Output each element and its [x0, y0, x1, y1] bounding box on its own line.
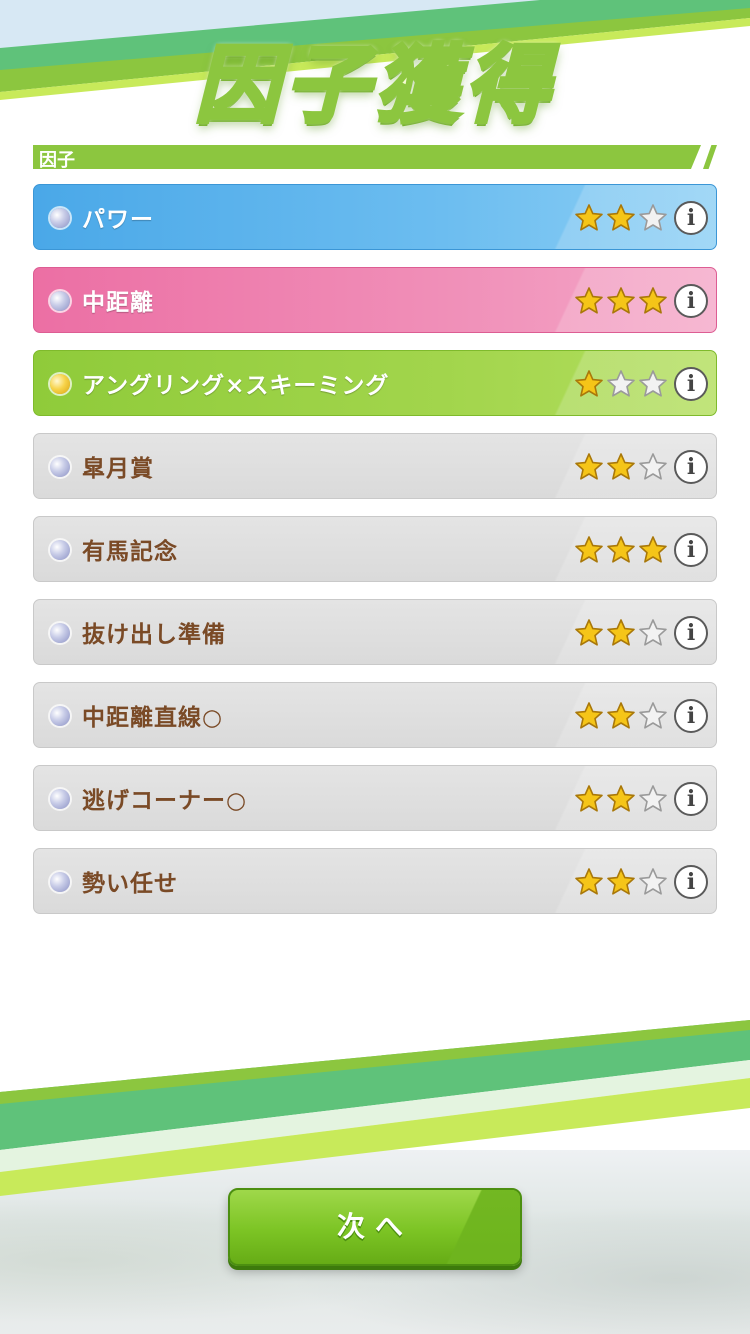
- factor-row[interactable]: 皐月賞 i: [33, 433, 717, 499]
- star-filled-icon: [639, 536, 667, 563]
- info-icon[interactable]: i: [674, 450, 708, 484]
- star-filled-icon: [575, 619, 603, 646]
- star-filled-icon: [575, 370, 603, 397]
- star-filled-icon: [575, 287, 603, 314]
- star-empty-icon: [639, 204, 667, 231]
- star-filled-icon: [575, 702, 603, 729]
- factor-name: 抜け出し準備: [82, 622, 226, 648]
- info-icon[interactable]: i: [674, 782, 708, 816]
- factor-star-rating: [574, 369, 670, 399]
- star-filled-icon: [607, 868, 635, 895]
- section-header-slash: [703, 145, 717, 169]
- factor-list: パワー i 中距離 i アングリング×スキーミング i 皐月賞 i 有馬記念 i 抜け出し準備 i 中距…: [33, 184, 717, 931]
- factor-orb-icon: [50, 540, 70, 560]
- star-empty-icon: [639, 370, 667, 397]
- factor-orb-icon: [50, 291, 70, 311]
- star-filled-icon: [607, 702, 635, 729]
- factor-row[interactable]: 逃げコーナー○ i: [33, 765, 717, 831]
- factor-orb-icon: [50, 789, 70, 809]
- star-filled-icon: [639, 287, 667, 314]
- star-empty-icon: [607, 370, 635, 397]
- factor-orb-icon: [50, 457, 70, 477]
- info-icon[interactable]: i: [674, 284, 708, 318]
- section-header-label: 因子: [39, 150, 75, 171]
- star-filled-icon: [607, 453, 635, 480]
- section-header-bar: [33, 145, 701, 169]
- info-icon[interactable]: i: [674, 201, 708, 235]
- star-filled-icon: [607, 536, 635, 563]
- next-button-label: 次へ: [336, 1210, 413, 1243]
- factor-row[interactable]: 抜け出し準備 i: [33, 599, 717, 665]
- factor-name: 有馬記念: [82, 539, 178, 565]
- section-header: 因子: [33, 145, 717, 171]
- factor-row[interactable]: 中距離直線○ i: [33, 682, 717, 748]
- star-empty-icon: [639, 868, 667, 895]
- factor-star-rating: [574, 784, 670, 814]
- factor-star-rating: [574, 701, 670, 731]
- star-filled-icon: [575, 868, 603, 895]
- star-filled-icon: [607, 287, 635, 314]
- star-empty-icon: [639, 702, 667, 729]
- star-empty-icon: [639, 785, 667, 812]
- factor-name: アングリング×スキーミング: [82, 373, 390, 399]
- star-filled-icon: [575, 785, 603, 812]
- factor-orb-icon: [50, 706, 70, 726]
- factor-row[interactable]: パワー i: [33, 184, 717, 250]
- factor-star-rating: [574, 452, 670, 482]
- factor-star-rating: [574, 203, 670, 233]
- star-empty-icon: [639, 453, 667, 480]
- factor-name: パワー: [82, 207, 154, 233]
- star-empty-icon: [639, 619, 667, 646]
- factor-name: 中距離直線○: [82, 705, 224, 731]
- factor-orb-icon: [50, 872, 70, 892]
- factor-name: 中距離: [82, 290, 154, 316]
- factor-row[interactable]: アングリング×スキーミング i: [33, 350, 717, 416]
- info-icon[interactable]: i: [674, 616, 708, 650]
- factor-name: 皐月賞: [82, 456, 154, 482]
- star-filled-icon: [575, 204, 603, 231]
- info-icon[interactable]: i: [674, 533, 708, 567]
- next-button[interactable]: 次へ: [228, 1188, 522, 1266]
- star-filled-icon: [575, 536, 603, 563]
- info-icon[interactable]: i: [674, 699, 708, 733]
- factor-star-rating: [574, 286, 670, 316]
- factor-name: 逃げコーナー○: [82, 788, 248, 814]
- factor-name: 勢い任せ: [82, 871, 178, 897]
- factor-orb-icon: [50, 623, 70, 643]
- factor-star-rating: [574, 618, 670, 648]
- page-title: 因子獲得: [193, 34, 555, 136]
- info-icon[interactable]: i: [674, 865, 708, 899]
- star-filled-icon: [575, 453, 603, 480]
- factor-row[interactable]: 有馬記念 i: [33, 516, 717, 582]
- star-filled-icon: [607, 204, 635, 231]
- factor-orb-icon: [50, 374, 70, 394]
- star-filled-icon: [607, 619, 635, 646]
- factor-row[interactable]: 勢い任せ i: [33, 848, 717, 914]
- factor-star-rating: [574, 867, 670, 897]
- info-icon[interactable]: i: [674, 367, 708, 401]
- factor-row[interactable]: 中距離 i: [33, 267, 717, 333]
- star-filled-icon: [607, 785, 635, 812]
- factor-orb-icon: [50, 208, 70, 228]
- factor-star-rating: [574, 535, 670, 565]
